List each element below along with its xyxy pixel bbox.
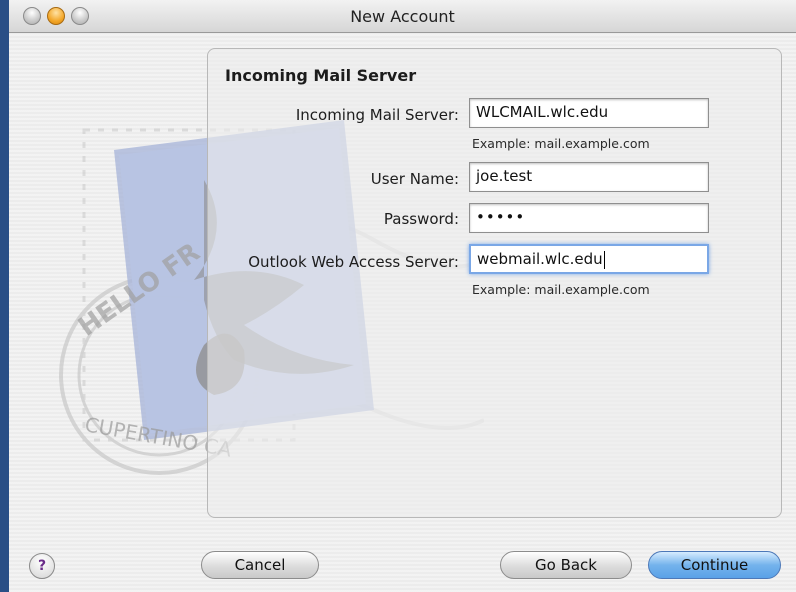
password-label: Password:	[383, 210, 459, 228]
title-bar: New Account	[9, 0, 796, 33]
user-name-input[interactable]: joe.test	[469, 162, 709, 192]
owa-server-label: Outlook Web Access Server:	[248, 253, 459, 271]
continue-button[interactable]: Continue	[648, 551, 781, 579]
incoming-server-hint: Example: mail.example.com	[472, 136, 650, 151]
cancel-button[interactable]: Cancel	[201, 551, 319, 579]
go-back-button[interactable]: Go Back	[500, 551, 632, 579]
section-title: Incoming Mail Server	[225, 66, 417, 85]
new-account-window: New Account HELLO FR CUPERTINO CA Incomi…	[9, 0, 796, 592]
owa-server-hint: Example: mail.example.com	[472, 282, 650, 297]
window-title: New Account	[350, 7, 455, 26]
owa-server-value: webmail.wlc.edu	[477, 250, 603, 268]
password-input[interactable]: •••••	[469, 203, 709, 233]
incoming-server-label: Incoming Mail Server:	[295, 106, 459, 124]
user-name-label: User Name:	[370, 170, 459, 188]
help-button[interactable]: ?	[29, 553, 55, 579]
text-caret	[603, 250, 605, 269]
incoming-server-input[interactable]: WLCMAIL.wlc.edu	[469, 98, 709, 128]
owa-server-input[interactable]: webmail.wlc.edu	[469, 244, 709, 274]
